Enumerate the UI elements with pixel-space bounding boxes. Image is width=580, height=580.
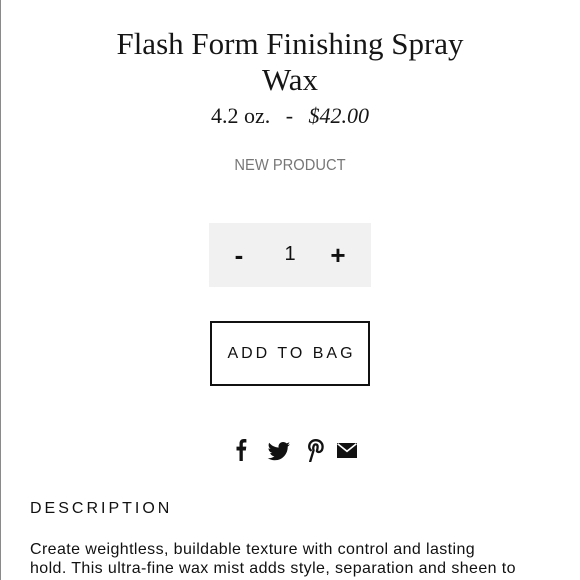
product-title-line-2: Wax — [261, 62, 319, 97]
facebook-icon[interactable] — [232, 436, 252, 462]
price-separator: - — [285, 103, 294, 128]
quantity-input[interactable]: 1 — [269, 223, 311, 287]
new-product-badge: NEW PRODUCT — [234, 157, 346, 174]
product-title: Flash Form Finishing Spray Wax — [90, 26, 490, 98]
share-icons — [232, 436, 360, 463]
product-price: $42.00 — [308, 103, 370, 128]
description-line-1: Create weightless, buildable texture wit… — [30, 541, 476, 558]
product-size: 4.2 oz. — [210, 103, 271, 128]
increase-quantity-button[interactable]: + — [320, 223, 356, 287]
price-line: 4.2 oz. - $42.00 — [0, 102, 580, 130]
add-to-bag-button[interactable]: ADD TO BAG — [210, 321, 370, 386]
page-left-border — [0, 0, 1, 580]
twitter-icon[interactable] — [267, 436, 291, 462]
description-line-2: hold. This ultra-fine wax mist adds styl… — [30, 560, 516, 577]
decrease-quantity-button[interactable]: - — [221, 223, 257, 287]
pinterest-icon[interactable] — [306, 436, 326, 463]
description-heading: DESCRIPTION — [30, 500, 173, 517]
quantity-stepper: - 1 + — [209, 223, 371, 287]
email-icon[interactable] — [336, 436, 358, 462]
description-text: Create weightless, buildable texture wit… — [30, 540, 580, 578]
product-title-line-1: Flash Form Finishing Spray — [116, 26, 464, 61]
